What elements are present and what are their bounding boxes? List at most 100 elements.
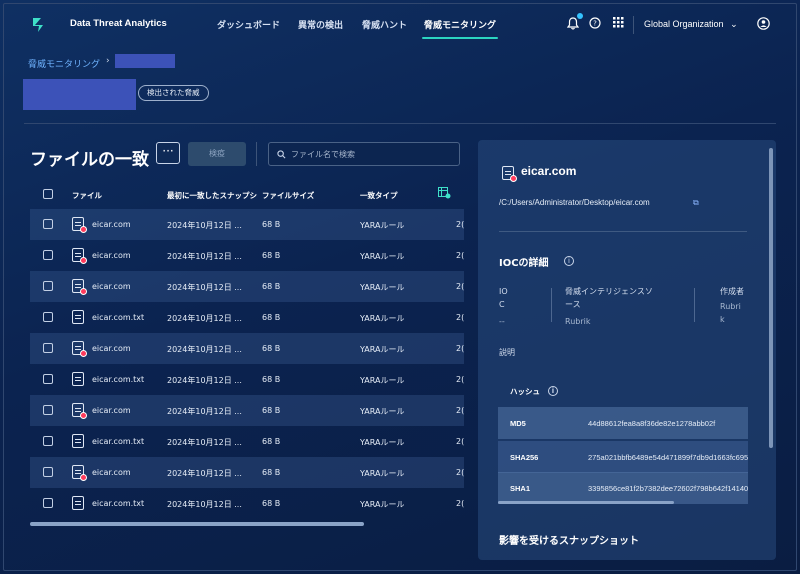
detail-file-name: eicar.com — [521, 164, 577, 178]
ioc-section-title: IOCの詳細 — [499, 258, 549, 269]
file-name[interactable]: eicar.com — [92, 344, 131, 353]
bell-icon[interactable] — [566, 17, 580, 31]
column-match-type[interactable]: 一致タイプ — [360, 190, 398, 201]
row-checkbox[interactable] — [43, 219, 53, 229]
hash-value[interactable]: 44d88612fea8a8f36de82e1278abb02f — [588, 419, 715, 428]
match-type: YARAルール — [360, 438, 405, 447]
file-alert-icon — [72, 465, 87, 481]
row-checkbox[interactable] — [43, 250, 53, 260]
file-name[interactable]: eicar.com.txt — [92, 437, 144, 446]
divider — [24, 123, 776, 124]
overflow-cell: 2( — [456, 220, 464, 229]
hash-value[interactable]: 3395856ce81f2b7382dee72602f798b642f14140 — [588, 484, 748, 493]
table-row[interactable]: eicar.com.txt 2024年10月12日 ... 68 B YARAルール 2… — [30, 364, 464, 395]
column-settings-icon[interactable] — [438, 187, 451, 201]
more-options-button[interactable]: ··· — [156, 142, 180, 164]
file-size: 68 B — [262, 282, 281, 291]
row-checkbox[interactable] — [43, 343, 53, 353]
detail-panel-scrollbar[interactable] — [769, 148, 773, 448]
file-name[interactable]: eicar.com — [92, 251, 131, 260]
column-first-snapshot[interactable]: 最初に一致したスナップショット — [167, 190, 257, 201]
file-size: 68 B — [262, 220, 281, 229]
table-row[interactable]: eicar.com 2024年10月12日 ... 68 B YARAルール 2( — [30, 271, 464, 302]
detail-panel: eicar.com /C:/Users/Administrator/Deskto… — [478, 140, 776, 560]
tab-threat-hunt[interactable]: 脅威ハント — [362, 18, 407, 31]
select-all-checkbox[interactable] — [43, 189, 53, 199]
file-text-icon — [72, 372, 84, 386]
column-file[interactable]: ファイル — [72, 190, 102, 201]
row-checkbox[interactable] — [43, 281, 53, 291]
table-row[interactable]: eicar.com.txt 2024年10月12日 ... 68 B YARAルール 2… — [30, 426, 464, 457]
file-name[interactable]: eicar.com.txt — [92, 313, 144, 322]
table-row[interactable]: eicar.com 2024年10月12日 ... 68 B YARAルール 2( — [30, 457, 464, 488]
file-alert-icon — [72, 341, 87, 357]
description-label: 説明 — [499, 348, 515, 357]
hash-row-sha1: SHA1 3395856ce81f2b7382dee72602f798b642f… — [498, 472, 748, 504]
row-checkbox[interactable] — [43, 312, 53, 322]
overflow-cell: 2( — [456, 468, 464, 477]
redacted-page-title — [23, 79, 136, 110]
overflow-cell: 2( — [456, 251, 464, 260]
file-name[interactable]: eicar.com.txt — [92, 375, 144, 384]
first-snapshot: 2024年10月12日 ... — [167, 345, 242, 354]
org-switcher[interactable]: Global Organization ⌄ — [644, 19, 738, 30]
overflow-cell: 2( — [456, 313, 464, 322]
breadcrumb-separator: › — [106, 56, 110, 66]
table-horizontal-scrollbar[interactable] — [30, 522, 364, 526]
hash-value[interactable]: 275a021bbfb6489e54d471899f7db9d1663fc695… — [588, 453, 748, 462]
hash-algorithm: SHA256 — [510, 453, 539, 462]
search-box[interactable] — [268, 142, 460, 166]
row-checkbox[interactable] — [43, 405, 53, 415]
hash-table: ハッシュ i MD5 44d88612fea8a8f36de82e1278abb… — [498, 375, 748, 507]
app-logo-icon[interactable] — [30, 15, 50, 35]
file-size: 68 B — [262, 313, 281, 322]
row-checkbox[interactable] — [43, 436, 53, 446]
quarantine-button[interactable]: 検疫 — [188, 142, 246, 166]
table-row[interactable]: eicar.com 2024年10月12日 ... 68 B YARAルール 2( — [30, 395, 464, 426]
table-row[interactable]: eicar.com 2024年10月12日 ... 68 B YARAルール 2( — [30, 240, 464, 271]
search-input[interactable] — [291, 149, 451, 159]
file-alert-icon — [72, 279, 87, 295]
org-name: Global Organization — [644, 19, 724, 29]
match-type: YARAルール — [360, 221, 405, 230]
table-row[interactable]: eicar.com.txt 2024年10月12日 ... 68 B YARAルール 2… — [30, 488, 464, 519]
help-icon[interactable]: ? — [588, 17, 602, 31]
hash-table-scrollbar[interactable] — [498, 501, 674, 504]
file-name[interactable]: eicar.com — [92, 220, 131, 229]
section-title: ファイルの一致 — [30, 150, 149, 170]
row-checkbox[interactable] — [43, 467, 53, 477]
overflow-cell: 2( — [456, 282, 464, 291]
file-alert-icon — [72, 217, 87, 233]
file-name[interactable]: eicar.com — [92, 406, 131, 415]
column-file-size[interactable]: ファイルサイズ — [262, 190, 314, 201]
ioc-col-divider — [694, 288, 695, 322]
info-icon[interactable]: i — [564, 256, 574, 266]
tab-threat-monitoring[interactable]: 脅威モニタリング — [424, 18, 496, 31]
hash-row-sha256: SHA256 275a021bbfb6489e54d471899f7db9d16… — [498, 441, 748, 473]
user-avatar-icon[interactable] — [756, 17, 770, 31]
file-name[interactable]: eicar.com.txt — [92, 499, 144, 508]
overflow-cell: 2( — [456, 375, 464, 384]
row-checkbox[interactable] — [43, 374, 53, 384]
status-badge: 検出された脅威 — [138, 85, 209, 101]
row-checkbox[interactable] — [43, 498, 53, 508]
file-name[interactable]: eicar.com — [92, 282, 131, 291]
file-size: 68 B — [262, 344, 281, 353]
tab-dashboard[interactable]: ダッシュボード — [217, 18, 280, 31]
app-grid-icon[interactable] — [611, 17, 625, 31]
table-row[interactable]: eicar.com 2024年10月12日 ... 68 B YARAルール 2( — [30, 333, 464, 364]
file-size: 68 B — [262, 499, 281, 508]
copy-icon[interactable]: ⧉ — [693, 198, 699, 208]
table-row[interactable]: eicar.com 2024年10月12日 ... 68 B YARAルール 2( — [30, 209, 464, 240]
first-snapshot: 2024年10月12日 ... — [167, 221, 242, 230]
file-name[interactable]: eicar.com — [92, 468, 131, 477]
chevron-down-icon: ⌄ — [730, 19, 738, 29]
author-value-b: k — [720, 315, 725, 324]
breadcrumb-root[interactable]: 脅威モニタリング — [28, 57, 100, 70]
hash-info-icon[interactable]: i — [548, 386, 558, 396]
table-row[interactable]: eicar.com.txt 2024年10月12日 ... 68 B YARAルール 2… — [30, 302, 464, 333]
tab-anomaly-detection[interactable]: 異常の検出 — [298, 18, 343, 31]
redacted-breadcrumb — [115, 54, 175, 68]
file-table: ファイル 最初に一致したスナップショット ファイルサイズ 一致タイプ eicar… — [30, 180, 464, 524]
search-icon — [277, 149, 286, 158]
